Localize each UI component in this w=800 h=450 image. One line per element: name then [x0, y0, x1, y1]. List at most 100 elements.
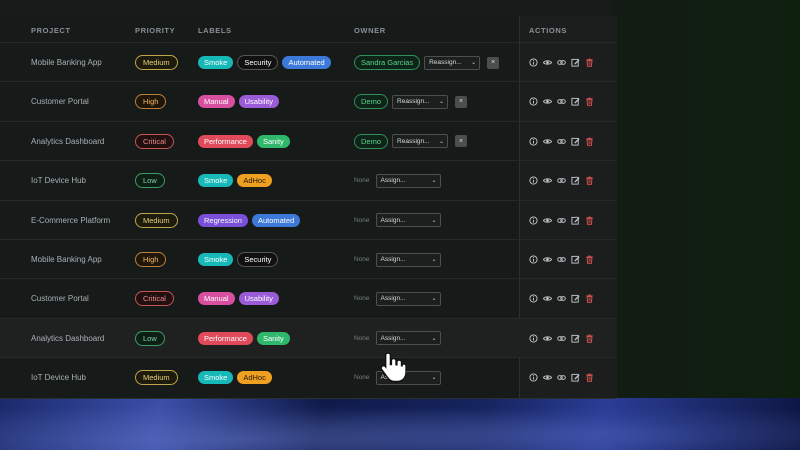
- trash-icon[interactable]: [585, 176, 594, 185]
- link-icon[interactable]: [557, 97, 566, 106]
- edit-icon[interactable]: [571, 58, 580, 67]
- link-icon[interactable]: [557, 294, 566, 303]
- trash-icon[interactable]: [585, 334, 594, 343]
- table-row[interactable]: Analytics Dashboard Low Performance Sanity N…: [0, 317, 616, 358]
- project-name: Mobile Banking App: [31, 58, 102, 67]
- info-icon[interactable]: [529, 373, 538, 382]
- info-icon[interactable]: [529, 137, 538, 146]
- project-name: IoT Device Hub: [31, 373, 86, 383]
- info-icon[interactable]: [529, 97, 538, 106]
- edit-icon[interactable]: [571, 97, 580, 106]
- label-tag: Automated: [282, 56, 331, 69]
- eye-icon[interactable]: [543, 373, 552, 382]
- label-tag: Manual: [198, 95, 235, 109]
- trash-icon[interactable]: [585, 216, 594, 225]
- trash-icon[interactable]: [585, 58, 594, 67]
- project-name: IoT Device Hub: [31, 176, 86, 186]
- edit-icon[interactable]: [571, 255, 580, 264]
- reassign-select[interactable]: Reassign... ⌄: [392, 134, 449, 149]
- trash-icon[interactable]: [585, 373, 594, 382]
- label-tag: AdHoc: [237, 174, 272, 188]
- edit-icon[interactable]: [571, 334, 580, 343]
- project-name: E-Commerce Platform: [31, 215, 111, 225]
- link-icon[interactable]: [557, 255, 566, 264]
- assign-select[interactable]: Assign... ⌄: [375, 291, 441, 306]
- priority-cell: Medium: [135, 43, 178, 82]
- remove-owner-button[interactable]: ×: [455, 95, 468, 108]
- eye-icon[interactable]: [543, 294, 552, 303]
- info-icon[interactable]: [529, 58, 538, 67]
- owner-cell: None Assign... ⌄: [354, 240, 441, 279]
- link-icon[interactable]: [557, 137, 566, 146]
- actions-cell: [529, 122, 594, 161]
- eye-icon[interactable]: [543, 176, 552, 185]
- chevron-down-icon: ⌄: [438, 138, 445, 145]
- reassign-select[interactable]: Reassign... ⌄: [392, 94, 449, 109]
- eye-icon[interactable]: [543, 137, 552, 146]
- eye-icon[interactable]: [543, 334, 552, 343]
- table-row[interactable]: Mobile Banking App High Smoke Security None A…: [0, 239, 616, 279]
- label-tag: Automated: [251, 213, 301, 227]
- labels-cell: Smoke AdHoc: [198, 161, 272, 200]
- label-tag: Smoke: [198, 371, 234, 385]
- trash-icon[interactable]: [585, 137, 594, 146]
- link-icon[interactable]: [557, 176, 566, 185]
- remove-owner-button[interactable]: ×: [455, 135, 468, 148]
- remove-owner-button[interactable]: ×: [487, 56, 500, 69]
- owner-badge: Sandra Garcias: [354, 55, 421, 70]
- priority-badge: Low: [135, 330, 165, 346]
- table-row[interactable]: IoT Device HubMediumSmokeAdHocNoneAssign…: [0, 357, 616, 397]
- labels-cell: Performance Sanity: [198, 319, 290, 358]
- trash-icon[interactable]: [585, 294, 594, 304]
- table-row[interactable]: IoT Device Hub Low Smoke AdHoc None Assign...…: [0, 160, 616, 200]
- eye-icon[interactable]: [543, 255, 552, 264]
- table-row[interactable]: Customer Portal High Manual Usability Demo Re…: [0, 81, 616, 121]
- actions-cell: [529, 358, 594, 397]
- trash-icon[interactable]: [585, 97, 594, 107]
- info-icon[interactable]: [529, 334, 538, 343]
- header-priority[interactable]: PRIORITY: [135, 26, 175, 35]
- edit-icon[interactable]: [571, 216, 580, 225]
- assign-select[interactable]: Assign... ⌄: [375, 331, 441, 346]
- info-icon[interactable]: [529, 176, 538, 185]
- header-owner[interactable]: OWNER: [354, 26, 386, 35]
- assign-select[interactable]: Assign... ⌄: [375, 173, 441, 188]
- edit-icon[interactable]: [571, 294, 580, 303]
- eye-icon[interactable]: [543, 58, 552, 67]
- label-tag: Smoke: [198, 253, 234, 266]
- info-icon[interactable]: [529, 294, 538, 303]
- project-name: Customer Portal: [31, 294, 89, 304]
- assign-select[interactable]: Assign... ⌄: [375, 213, 441, 228]
- label-tag: Smoke: [198, 174, 234, 188]
- labels-cell: Performance Sanity: [198, 122, 290, 161]
- labels-cell: Manual Usability: [198, 82, 279, 121]
- edit-icon[interactable]: [571, 373, 580, 382]
- link-icon[interactable]: [557, 334, 566, 343]
- label-tag: Usability: [238, 292, 279, 306]
- table-row[interactable]: E-Commerce Platform Medium Regression Autom…: [0, 199, 616, 240]
- table-row[interactable]: Analytics Dashboard Critical Performance Sa…: [0, 120, 616, 161]
- table-row[interactable]: Customer Portal Critical Manual Usability No…: [0, 278, 616, 318]
- reassign-select[interactable]: Reassign... ⌄: [424, 55, 481, 70]
- link-icon[interactable]: [557, 216, 566, 225]
- info-icon[interactable]: [529, 216, 538, 225]
- eye-icon[interactable]: [543, 97, 552, 106]
- label-tag: Performance: [198, 134, 253, 148]
- owner-none-text: None: [354, 374, 370, 382]
- header-project[interactable]: PROJECT: [31, 26, 71, 35]
- edit-icon[interactable]: [571, 176, 580, 185]
- label-tag: Security: [237, 252, 279, 267]
- trash-icon[interactable]: [585, 255, 594, 264]
- eye-icon[interactable]: [543, 216, 552, 225]
- edit-icon[interactable]: [571, 137, 580, 146]
- assign-select[interactable]: Assign... ⌄: [375, 252, 441, 267]
- header-labels[interactable]: LABELS: [198, 26, 232, 35]
- table-row[interactable]: Mobile Banking App Medium Smoke Security Aut…: [0, 42, 616, 82]
- link-icon[interactable]: [557, 58, 566, 67]
- info-icon[interactable]: [529, 255, 538, 264]
- link-icon[interactable]: [557, 373, 566, 382]
- project-name: Mobile Banking App: [31, 255, 102, 264]
- project-name: Customer Portal: [31, 97, 89, 107]
- label-tag: Manual: [198, 292, 235, 306]
- priority-cell: High: [135, 240, 167, 279]
